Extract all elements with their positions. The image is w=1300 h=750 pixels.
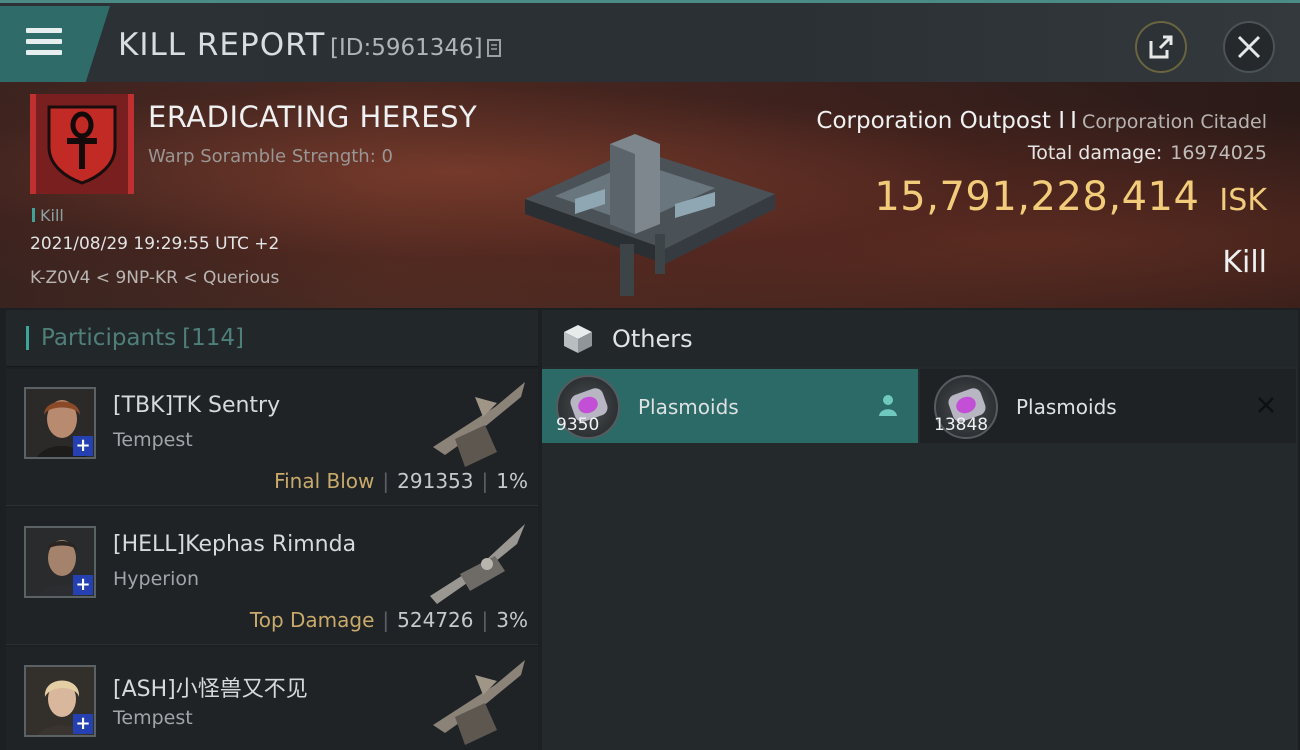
header-bar: KILL REPORT [ID:5961346]	[0, 0, 1300, 82]
ship-image	[430, 524, 525, 604]
participants-header: Participants [114]	[6, 310, 538, 367]
victim-ship-class: Corporation Citadel	[1082, 111, 1267, 133]
person-icon[interactable]	[876, 393, 900, 417]
report-id: [ID:5961346]	[330, 35, 483, 61]
isk-unit: ISK	[1219, 183, 1267, 218]
kill-type-tag: Kill	[32, 206, 64, 225]
participant-name[interactable]: [TBK]TK Sentry	[113, 393, 280, 418]
ship-info: Corporation Outpost I I Corporation Cita…	[816, 108, 1267, 134]
add-contact-icon[interactable]: +	[73, 714, 93, 734]
isk-value: 15,791,228,414	[874, 174, 1200, 220]
victim-ship-name[interactable]: Corporation Outpost I	[816, 108, 1065, 134]
participant-percent: 1%	[496, 469, 528, 493]
close-icon	[1237, 35, 1261, 59]
share-icon	[1149, 35, 1173, 59]
others-item-list: 9350 Plasmoids 13848 Plasmoids	[542, 369, 1298, 443]
total-damage: Total damage: 16974025	[1027, 142, 1267, 164]
kill-timestamp: 2021/08/29 19:29:55 UTC +2	[30, 234, 280, 254]
participant-ship: Hyperion	[113, 568, 200, 590]
participant-ship: Tempest	[113, 429, 193, 451]
avatar[interactable]: +	[24, 387, 96, 459]
others-panel: Others 9350 Plasmoids 13848 Plasmoids	[542, 310, 1298, 750]
corporation-logo[interactable]	[30, 94, 134, 194]
ankh-shield-icon	[47, 105, 117, 185]
participant-row[interactable]: + [HELL]Kephas Rimnda Hyperion Top Damag…	[6, 508, 538, 645]
participant-damage: 524726	[397, 608, 474, 632]
add-contact-icon[interactable]: +	[73, 575, 93, 595]
participant-damage: 291353	[397, 469, 474, 493]
participant-stats: Top Damage | 524726 | 3%	[249, 608, 528, 632]
avatar[interactable]: +	[24, 665, 96, 737]
warp-scramble-strength: Warp Soramble Strength: 0	[148, 146, 393, 167]
add-contact-icon[interactable]: +	[73, 436, 93, 456]
participant-row[interactable]: + [TBK]TK Sentry Tempest Final Blow | 2913…	[6, 369, 538, 506]
participant-ship: Tempest	[113, 707, 193, 729]
item-quantity: 13848	[934, 415, 989, 435]
participant-row[interactable]: + [ASH]小怪兽又不见 Tempest	[6, 647, 538, 750]
ship-image	[433, 660, 525, 745]
copy-icon[interactable]	[487, 39, 503, 59]
share-button[interactable]	[1135, 21, 1187, 73]
menu-button[interactable]	[0, 6, 110, 82]
item-card[interactable]: 13848 Plasmoids	[920, 369, 1296, 443]
isk-loss: 15,791,228,414 ISK	[874, 174, 1267, 220]
final-blow-badge: Final Blow	[274, 469, 375, 493]
menu-icon	[26, 28, 62, 56]
participant-stats: Final Blow | 291353 | 1%	[274, 469, 528, 493]
citadel-structure-image	[525, 134, 775, 296]
victim-banner: ERADICATING HERESY Warp Soramble Strengt…	[0, 82, 1300, 308]
cube-icon	[564, 324, 592, 353]
others-header: Others	[542, 310, 1298, 367]
item-name: Plasmoids	[1016, 395, 1117, 419]
top-damage-badge: Top Damage	[249, 608, 375, 632]
close-button[interactable]	[1223, 21, 1275, 73]
victim-corporation-name: ERADICATING HERESY	[148, 100, 478, 134]
kill-result: Kill	[1222, 245, 1267, 280]
item-card[interactable]: 9350 Plasmoids	[542, 369, 918, 443]
participants-panel: Participants [114] + [TBK]TK Sentry Tempe…	[6, 310, 538, 750]
item-quantity: 9350	[556, 415, 600, 435]
item-name: Plasmoids	[638, 395, 739, 419]
page-title: KILL REPORT	[118, 27, 326, 63]
x-icon[interactable]	[1254, 393, 1278, 417]
participant-name[interactable]: [ASH]小怪兽又不见	[113, 671, 308, 703]
kill-location[interactable]: K-Z0V4 < 9NP-KR < Querious	[30, 268, 279, 288]
participant-percent: 3%	[496, 608, 528, 632]
avatar[interactable]: +	[24, 526, 96, 598]
participant-name[interactable]: [HELL]Kephas Rimnda	[113, 532, 356, 557]
ship-image	[433, 382, 525, 467]
